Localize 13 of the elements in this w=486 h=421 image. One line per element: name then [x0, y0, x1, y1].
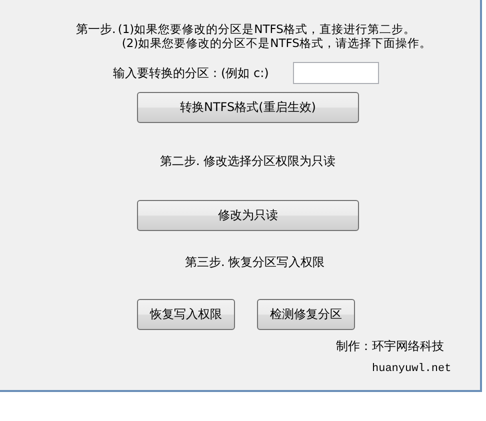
website-text: huanyuwl.net: [372, 363, 452, 375]
partition-input-field[interactable]: [293, 62, 379, 84]
step-text: 第二步. 修改选择分区权限为只读: [160, 153, 336, 170]
step-label: 第一步.: [76, 22, 116, 38]
instruction-text: (2)如果您要修改的分区不是NTFS格式，请选择下面操作。: [122, 36, 432, 50]
action-button[interactable]: 检测修复分区: [257, 299, 355, 330]
credit-text: 制作：环宇网络科技: [336, 338, 444, 355]
action-button[interactable]: 恢复写入权限: [137, 299, 235, 330]
readonly-button[interactable]: 修改为只读: [137, 200, 359, 231]
field-label: 输入要转换的分区：(例如 c:): [113, 64, 270, 82]
instruction-text: (1)如果您要修改的分区是NTFS格式，直接进行第二步。: [118, 22, 416, 36]
convert-ntfs-button[interactable]: 转换NTFS格式(重启生效): [137, 92, 359, 123]
step-text: 第三步. 恢复分区写入权限: [185, 254, 325, 271]
